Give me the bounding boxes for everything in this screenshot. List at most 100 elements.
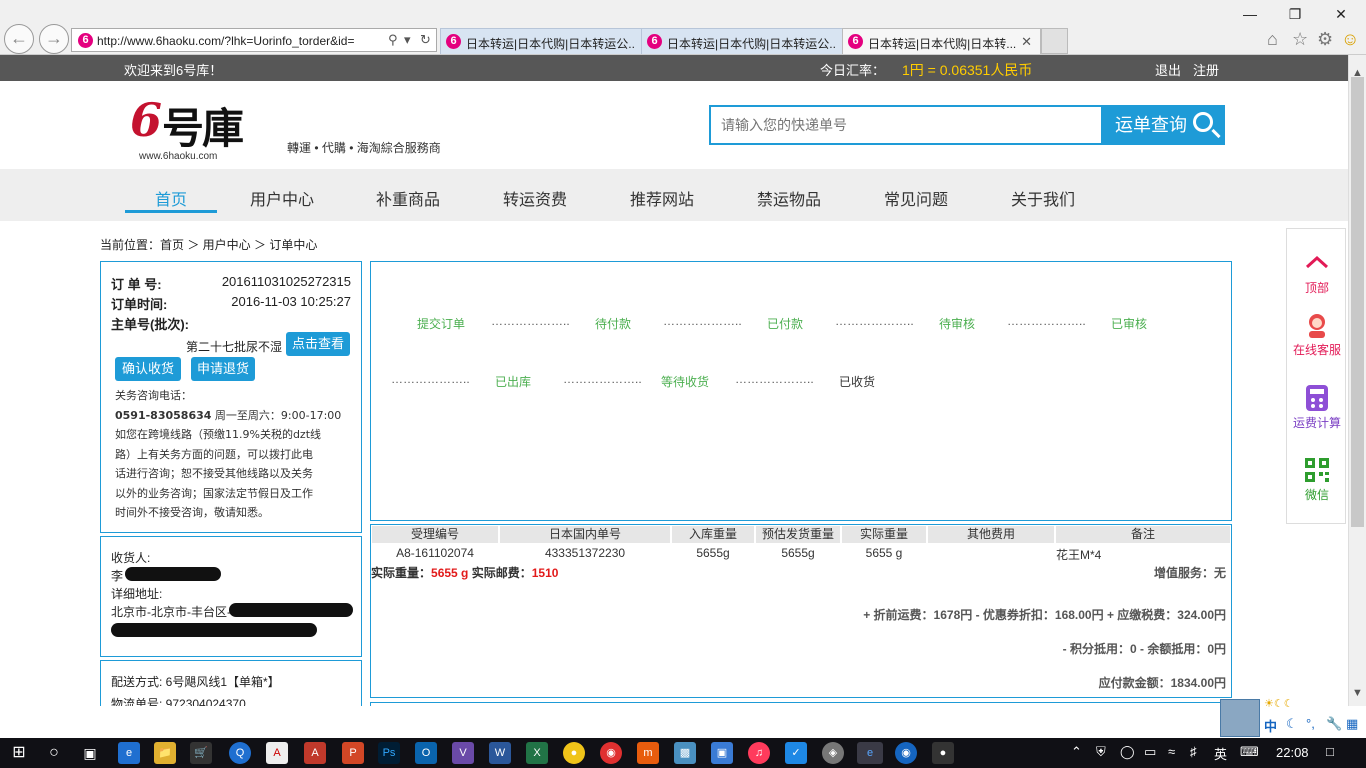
- settings-gear-icon[interactable]: ⚙: [1317, 29, 1333, 50]
- edge-icon[interactable]: e: [118, 742, 140, 764]
- smiley-feedback-icon[interactable]: ☺: [1341, 29, 1359, 50]
- battery-icon[interactable]: ▭: [1144, 744, 1156, 760]
- windows-start-icon[interactable]: ⊞: [8, 742, 30, 764]
- notifications-icon[interactable]: □: [1326, 744, 1334, 759]
- actual-weight-label: 实际重量：: [371, 566, 432, 580]
- step-reviewed: 已审核: [1111, 317, 1148, 331]
- logout-link[interactable]: 退出: [1155, 60, 1181, 79]
- task-view-icon[interactable]: ▣: [79, 742, 101, 764]
- site-logo[interactable]: 6 号庫 www.6haoku.com: [130, 89, 270, 162]
- app-a-icon[interactable]: A: [266, 742, 288, 764]
- maximize-button[interactable]: ❐: [1272, 4, 1318, 24]
- float-label: 微信: [1304, 488, 1329, 502]
- confirm-receipt-button[interactable]: 确认收货: [115, 357, 181, 381]
- back-to-top-button[interactable]: 顶部: [1287, 249, 1347, 296]
- dropdown-icon[interactable]: ▾: [404, 32, 411, 48]
- back-button[interactable]: ←: [4, 24, 34, 54]
- tray-shield-icon[interactable]: ⛨: [1096, 744, 1106, 760]
- nav-recommended-sites[interactable]: 推荐网站: [616, 186, 708, 210]
- note-line: 话进行咨询；恕不接受其他线路以及关务: [115, 467, 313, 480]
- app-red-icon[interactable]: ◉: [600, 742, 622, 764]
- ime-chinese-mode[interactable]: 中: [1264, 716, 1277, 735]
- request-return-button[interactable]: 申请退货: [191, 357, 255, 381]
- tracking-search-input[interactable]: [709, 105, 1101, 145]
- browser-tab-3-active[interactable]: 6 日本转运|日本代购|日本转... ✕: [842, 28, 1041, 54]
- site-favicon-icon: 6: [848, 34, 863, 49]
- nav-faq[interactable]: 常见问题: [870, 186, 962, 210]
- nav-user-center[interactable]: 用户中心: [236, 186, 328, 210]
- qq-icon[interactable]: ●: [932, 742, 954, 764]
- app-blue-icon[interactable]: ▩: [674, 742, 696, 764]
- url-text[interactable]: http://www.6haoku.com/?lhk=Uorinfo_torde…: [97, 34, 382, 48]
- tray-expand-icon[interactable]: ⌃: [1071, 744, 1082, 760]
- search-icon[interactable]: ⚲: [388, 32, 398, 48]
- nav-prohibited-items[interactable]: 禁运物品: [743, 186, 835, 210]
- app-orange-icon[interactable]: m: [637, 742, 659, 764]
- nav-about-us[interactable]: 关于我们: [997, 186, 1089, 210]
- cell-jp-tracking: 433351372230: [544, 546, 626, 560]
- tray-keyboard-icon[interactable]: ⌨: [1240, 744, 1259, 760]
- actual-summary: 实际重量：5655 g 实际邮费：1510: [371, 564, 558, 581]
- close-tab-icon[interactable]: ✕: [1021, 34, 1032, 50]
- tracking-search-button[interactable]: 运单查询: [1101, 105, 1225, 145]
- acrobat-icon[interactable]: A: [304, 742, 326, 764]
- shipping-method: 配送方式: 6号飓风线1【单箱*】: [111, 675, 280, 689]
- ime-toolbar[interactable]: ☀☾☾ 中 ☾ °, 🔧 ▦: [1220, 697, 1366, 738]
- step-connector: ………………..: [835, 314, 914, 328]
- scrollbar-thumb[interactable]: [1351, 77, 1364, 527]
- new-tab-button[interactable]: [1041, 28, 1068, 54]
- app-photos-icon[interactable]: ▣: [711, 742, 733, 764]
- forward-button[interactable]: →: [39, 24, 69, 54]
- visio-icon[interactable]: V: [452, 742, 474, 764]
- note-phone-line: 0591-83058634 周一至周六：9:00-17:00: [115, 406, 355, 426]
- favorites-star-icon[interactable]: ☆: [1292, 29, 1308, 50]
- ime-moon-icon[interactable]: ☾: [1286, 716, 1298, 732]
- shipping-calculator-button[interactable]: 运费计算: [1287, 384, 1347, 431]
- col-header-jp-tracking: 日本国内单号: [500, 526, 670, 543]
- wechat-button[interactable]: 微信: [1287, 456, 1347, 503]
- app-check-icon[interactable]: ✓: [785, 742, 807, 764]
- app-gray-icon[interactable]: ◈: [822, 742, 844, 764]
- online-service-button[interactable]: 在线客服: [1287, 311, 1347, 358]
- home-icon[interactable]: ⌂: [1267, 29, 1278, 50]
- browser-tab-2[interactable]: 6 日本转运|日本代购|日本转运公...: [641, 28, 843, 54]
- order-info-panel: 订 单 号: 201611031025272315 订单时间: 2016-11-…: [100, 261, 362, 533]
- cell-est-weight: 5655g: [781, 546, 815, 560]
- close-window-button[interactable]: ✕: [1318, 4, 1364, 24]
- chevron-up-icon: [1305, 255, 1329, 269]
- taskbar-clock[interactable]: 22:08: [1276, 745, 1309, 760]
- cortana-search-icon[interactable]: ○: [43, 742, 65, 764]
- register-link[interactable]: 注册: [1193, 60, 1219, 79]
- refresh-icon[interactable]: ↻: [420, 32, 431, 48]
- app-q-icon[interactable]: Q: [229, 742, 251, 764]
- chrome-icon[interactable]: ●: [563, 742, 585, 764]
- ime-tools-icon[interactable]: 🔧: [1326, 716, 1342, 732]
- volume-icon[interactable]: ♯: [1190, 744, 1197, 759]
- ime-punct-icon[interactable]: °,: [1306, 716, 1315, 731]
- nav-reweigh-goods[interactable]: 补重商品: [362, 186, 454, 210]
- ie-active-icon[interactable]: e: [857, 742, 883, 764]
- view-batch-button[interactable]: 点击查看: [286, 332, 350, 356]
- address-bar[interactable]: 6 http://www.6haoku.com/?lhk=Uorinfo_tor…: [71, 28, 437, 52]
- browser-tab-1[interactable]: 6 日本转运|日本代购|日本转运公...: [440, 28, 642, 54]
- app-globe-icon[interactable]: ◉: [895, 742, 917, 764]
- ime-status-bar[interactable]: 中 ☾ °, 🔧 ▦: [1262, 715, 1366, 736]
- outlook-icon[interactable]: O: [415, 742, 437, 764]
- step-connector: ………………..: [735, 372, 814, 386]
- tray-app-icon[interactable]: ◯: [1120, 744, 1135, 760]
- file-explorer-icon[interactable]: 📁: [154, 742, 176, 764]
- excel-icon[interactable]: X: [526, 742, 548, 764]
- store-icon[interactable]: 🛒: [190, 742, 212, 764]
- photoshop-icon[interactable]: Ps: [378, 742, 400, 764]
- wifi-icon[interactable]: ≈: [1168, 744, 1175, 759]
- nav-home[interactable]: 首页: [125, 186, 217, 210]
- note-line: 路）上有关务方面的问题，可以拨打此电: [115, 447, 313, 461]
- minimize-button[interactable]: —: [1227, 4, 1273, 24]
- itunes-icon[interactable]: ♫: [748, 742, 770, 764]
- ime-menu-icon[interactable]: ▦: [1346, 716, 1358, 732]
- powerpoint-icon[interactable]: P: [342, 742, 364, 764]
- word-icon[interactable]: W: [489, 742, 511, 764]
- nav-shipping-rates[interactable]: 转运资费: [489, 186, 581, 210]
- ime-mode-indicator[interactable]: 英: [1214, 744, 1227, 763]
- page-scrollbar[interactable]: ▲ ▼: [1348, 55, 1366, 706]
